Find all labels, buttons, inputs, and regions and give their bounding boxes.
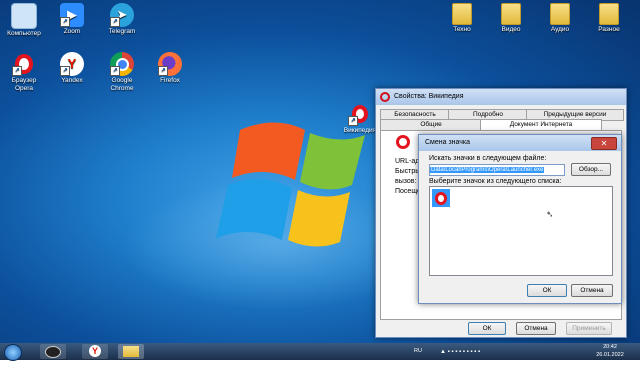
button-label: ОК bbox=[542, 287, 552, 294]
opera-icon bbox=[396, 135, 410, 149]
telegram-icon: ➤ ↗ bbox=[110, 3, 134, 27]
dialog-ok-button[interactable]: ОК bbox=[527, 284, 567, 297]
yandex-icon: Y bbox=[89, 345, 101, 357]
opera-icon: ↗ bbox=[348, 102, 372, 126]
desktop-icon-chrome[interactable]: ↗ Google Chrome bbox=[100, 52, 144, 93]
start-button[interactable] bbox=[4, 344, 22, 361]
folder-misc[interactable]: Разное bbox=[587, 3, 631, 34]
button-label: ОК bbox=[482, 325, 492, 332]
desktop-icon-label: Yandex bbox=[61, 77, 83, 84]
folder-icon bbox=[501, 3, 521, 25]
desktop-icon-label: Firefox bbox=[160, 77, 180, 84]
folder-video[interactable]: Видео bbox=[489, 3, 533, 34]
button-label: Отмена bbox=[524, 325, 548, 332]
tab-label: Документ Интернета bbox=[509, 121, 573, 128]
zoom-icon: ▶ ↗ bbox=[60, 3, 84, 27]
folder-techno[interactable]: Техно bbox=[440, 3, 484, 34]
clock-date: 26.01.2022 bbox=[596, 352, 624, 358]
icon-list-label: Выберите значок из следующего списка: bbox=[429, 178, 562, 185]
folder-icon bbox=[123, 346, 139, 357]
taskbar-yandex[interactable]: Y bbox=[82, 344, 108, 359]
desktop-icon-opera[interactable]: ↗ Браузер Opera bbox=[2, 52, 46, 93]
ok-button[interactable]: ОК bbox=[468, 322, 506, 335]
folder-label: Техно bbox=[453, 26, 471, 33]
close-icon[interactable]: ✕ bbox=[591, 137, 617, 150]
change-icon-dialog: Смена значка ✕ Искать значки в следующем… bbox=[418, 134, 622, 304]
language-indicator[interactable]: RU bbox=[414, 347, 422, 364]
opera-icon: ↗ bbox=[12, 52, 36, 76]
folder-label: Аудио bbox=[550, 26, 570, 33]
desktop-icon-computer[interactable]: Компьютер bbox=[2, 3, 46, 38]
opera-icon bbox=[380, 92, 390, 102]
desktop-icon-zoom[interactable]: ▶ ↗ Zoom bbox=[50, 3, 94, 36]
desktop-icon-label: Telegram bbox=[108, 28, 136, 35]
desktop-icon-label: Google Chrome bbox=[110, 77, 134, 92]
firefox-icon: ↗ bbox=[158, 52, 182, 76]
desktop-icon-label: Zoom bbox=[63, 28, 81, 35]
button-label: Обзор... bbox=[578, 166, 604, 173]
dialog-cancel-button[interactable]: Отмена bbox=[571, 284, 613, 297]
folder-label: Видео bbox=[501, 26, 521, 33]
computer-icon bbox=[11, 3, 37, 29]
cancel-button[interactable]: Отмена bbox=[516, 322, 556, 335]
apply-button[interactable]: Применить bbox=[566, 322, 612, 335]
folder-icon bbox=[452, 3, 472, 25]
tab-label: Безопасность bbox=[394, 111, 436, 118]
clock[interactable]: 20:42 26.01.2022 bbox=[590, 343, 630, 360]
browse-button[interactable]: Обзор... bbox=[571, 163, 611, 176]
folder-icon bbox=[550, 3, 570, 25]
folder-label: Разное bbox=[598, 26, 620, 33]
tab-label: Подробно bbox=[472, 111, 504, 118]
button-label: Применить bbox=[572, 325, 606, 332]
clock-time: 20:42 bbox=[603, 344, 617, 350]
folder-icon bbox=[599, 3, 619, 25]
taskbar-explorer[interactable] bbox=[118, 344, 144, 359]
taskbar-media-app[interactable] bbox=[40, 344, 66, 359]
chrome-icon: ↗ bbox=[110, 52, 134, 76]
tab-label: Предыдущие версии bbox=[543, 111, 607, 118]
yandex-icon: Y ↗ bbox=[60, 52, 84, 76]
desktop-icon-yandex[interactable]: Y ↗ Yandex bbox=[50, 52, 94, 85]
icon-list[interactable]: ➴ bbox=[429, 186, 613, 276]
desktop-icon-label: Компьютер bbox=[7, 30, 41, 37]
folder-audio[interactable]: Аудио bbox=[538, 3, 582, 34]
button-label: Отмена bbox=[580, 287, 604, 294]
path-value: Data\Local\Programs\Opera\Launcher.exe bbox=[430, 167, 545, 173]
desktop-icon-firefox[interactable]: ↗ Firefox bbox=[148, 52, 192, 85]
desktop-icon-label: Браузер Opera bbox=[11, 77, 37, 92]
properties-titlebar[interactable]: Свойства: Википедия bbox=[376, 89, 626, 105]
search-file-label: Искать значки в следующем файле: bbox=[429, 155, 547, 162]
desktop-icon-telegram[interactable]: ➤ ↗ Telegram bbox=[100, 3, 144, 36]
media-icon bbox=[45, 346, 61, 358]
taskbar: Y RU ▲ ▪ ▪ ▪ ▪ ▪ ▪ ▪ ▪ ▪ 20:42 26.01.202… bbox=[0, 343, 640, 361]
desktop: Компьютер ▶ ↗ Zoom ➤ ↗ Telegram ↗ Браузер … bbox=[0, 0, 640, 343]
dialog-title: Смена значка bbox=[425, 139, 471, 146]
opera-icon-selected[interactable] bbox=[432, 189, 450, 207]
window-title: Свойства: Википедия bbox=[394, 93, 464, 100]
icon-file-path-input[interactable]: Data\Local\Programs\Opera\Launcher.exe bbox=[429, 164, 565, 176]
tray-icons[interactable]: ▲ ▪ ▪ ▪ ▪ ▪ ▪ ▪ ▪ ▪ bbox=[440, 348, 480, 365]
cursor-icon: ➴ bbox=[546, 209, 554, 219]
desktop-icon-label: Википедия bbox=[343, 127, 377, 134]
tab-label: Общие bbox=[420, 121, 442, 128]
dialog-titlebar[interactable]: Смена значка ✕ bbox=[419, 135, 621, 151]
